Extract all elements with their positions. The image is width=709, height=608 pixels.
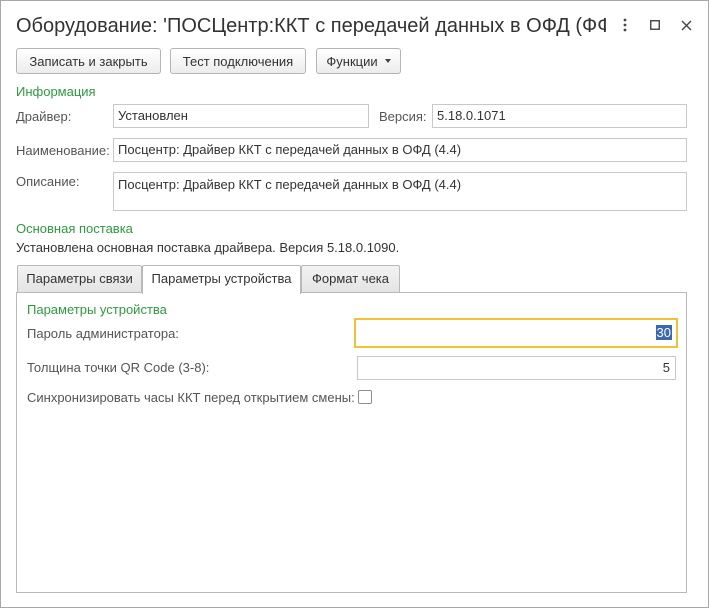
name-label: Наименование: bbox=[16, 143, 110, 158]
qr-dot-size-value: 5 bbox=[662, 360, 670, 375]
name-field[interactable]: Посцентр: Драйвер ККТ с передачей данных… bbox=[113, 138, 687, 162]
window-title: Оборудование: 'ПОСЦентр:ККТ с передачей … bbox=[16, 15, 606, 37]
functions-dropdown-button[interactable]: Функции bbox=[316, 48, 401, 74]
test-connection-button[interactable]: Тест подключения bbox=[170, 48, 306, 74]
admin-password-label: Пароль администратора: bbox=[27, 326, 179, 341]
version-field[interactable]: 5.18.0.1071 bbox=[432, 104, 687, 128]
description-label: Описание: bbox=[16, 174, 80, 189]
tab-connection-params-label: Параметры связи bbox=[26, 271, 133, 286]
driver-label: Драйвер: bbox=[16, 109, 72, 124]
tab-connection-params[interactable]: Параметры связи bbox=[17, 265, 142, 293]
device-params-section-title: Параметры устройства bbox=[27, 302, 167, 317]
save-and-close-button[interactable]: Записать и закрыть bbox=[16, 48, 161, 74]
info-section-title: Информация bbox=[16, 84, 96, 99]
driver-field[interactable]: Установлен bbox=[113, 104, 369, 128]
tab-receipt-format-label: Формат чека bbox=[312, 271, 389, 286]
admin-password-input[interactable]: 30 bbox=[354, 318, 678, 348]
qr-dot-size-input[interactable]: 5 bbox=[357, 356, 676, 380]
close-icon[interactable] bbox=[676, 15, 696, 35]
more-menu-icon[interactable] bbox=[615, 15, 635, 35]
delivery-section-title: Основная поставка bbox=[16, 221, 133, 236]
qr-dot-size-label: Толщина точки QR Code (3-8): bbox=[27, 360, 210, 375]
sync-clock-label: Синхронизировать часы ККТ перед открытие… bbox=[27, 390, 355, 405]
admin-password-value: 30 bbox=[655, 325, 672, 340]
tab-receipt-format[interactable]: Формат чека bbox=[301, 265, 400, 293]
chevron-down-icon bbox=[384, 59, 391, 63]
save-and-close-label: Записать и закрыть bbox=[29, 53, 148, 69]
functions-label: Функции bbox=[326, 53, 378, 69]
tab-device-params-label: Параметры устройства bbox=[151, 271, 292, 286]
description-field[interactable]: Посцентр: Драйвер ККТ с передачей данных… bbox=[113, 172, 687, 211]
delivery-status-text: Установлена основная поставка драйвера. … bbox=[16, 240, 400, 255]
maximize-icon[interactable] bbox=[645, 15, 665, 35]
tab-device-params[interactable]: Параметры устройства bbox=[142, 265, 301, 294]
version-label: Версия: bbox=[379, 109, 427, 124]
test-connection-label: Тест подключения bbox=[182, 53, 294, 69]
sync-clock-checkbox[interactable] bbox=[358, 390, 372, 404]
equipment-window: Оборудование: 'ПОСЦентр:ККТ с передачей … bbox=[0, 0, 709, 608]
